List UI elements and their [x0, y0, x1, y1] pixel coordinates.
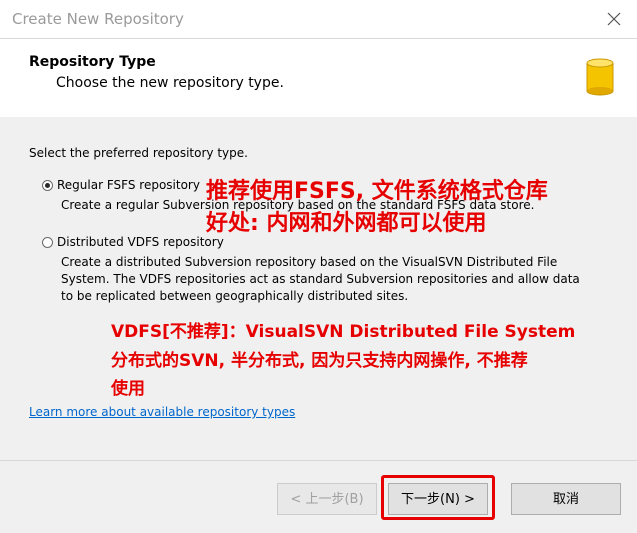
annotation-vdfs-2: 分布式的SVN, 半分布式, 因为只支持内网操作, 不推荐	[111, 351, 528, 371]
option-vdfs-description: Create a distributed Subversion reposito…	[61, 255, 580, 303]
page-title: Repository Type	[29, 54, 156, 70]
annotation-vdfs-3: 使用	[111, 379, 145, 399]
option-vdfs[interactable]: Distributed VDFS repository	[42, 235, 224, 249]
annotation-fsfs-2: 好处: 内网和外网都可以使用	[206, 211, 487, 236]
annotation-fsfs-1: 推荐使用FSFS, 文件系统格式仓库	[206, 179, 548, 204]
content-panel: Select the preferred repository type. Re…	[0, 117, 637, 460]
learn-more-link[interactable]: Learn more about available repository ty…	[29, 405, 295, 419]
database-icon	[585, 57, 615, 101]
option-fsfs[interactable]: Regular FSFS repository	[42, 178, 200, 192]
close-icon[interactable]	[603, 9, 625, 29]
cancel-button[interactable]: 取消	[511, 483, 621, 515]
wizard-footer: < 上一步(B) 下一步(N) > 取消	[0, 460, 637, 533]
next-button-highlight	[381, 475, 495, 520]
window-title: Create New Repository	[12, 10, 184, 28]
back-button[interactable]: < 上一步(B)	[277, 483, 377, 515]
type-prompt: Select the preferred repository type.	[29, 146, 248, 160]
option-vdfs-label: Distributed VDFS repository	[57, 235, 224, 249]
radio-vdfs[interactable]	[42, 237, 53, 248]
option-fsfs-label: Regular FSFS repository	[57, 178, 200, 192]
radio-fsfs[interactable]	[42, 180, 53, 191]
page-subtitle: Choose the new repository type.	[56, 75, 284, 91]
title-bar: Create New Repository	[0, 0, 637, 38]
annotation-vdfs-1: VDFS[不推荐]：VisualSVN Distributed File Sys…	[111, 322, 576, 342]
wizard-header: Repository Type Choose the new repositor…	[0, 38, 637, 118]
